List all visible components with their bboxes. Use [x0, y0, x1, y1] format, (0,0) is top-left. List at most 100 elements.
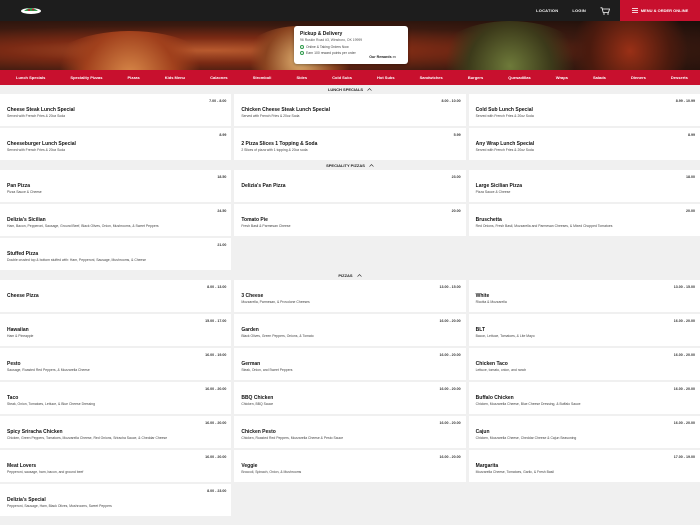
- section-header-speciality-pizzas[interactable]: SPECIALITY PIZZAS: [0, 161, 700, 170]
- item-name: Bruschetta: [475, 216, 502, 223]
- menu-item-card[interactable]: 15.00 - 17.00 Hawaiian Ham & Pineapple: [0, 314, 232, 346]
- menu-item-card[interactable]: 16.00 - 20.00 Meat Lovers Pepperoni, sausa…: [0, 450, 232, 482]
- item-price: 8.99: [687, 133, 695, 137]
- item-price: 7.00 - 8.00: [209, 99, 227, 103]
- item-name: Spicy Sriracha Chicken: [7, 428, 63, 435]
- item-name: Veggie: [241, 462, 258, 469]
- menu-item-card[interactable]: 8.00 - 23.00 Delizia's Special Pepperoni, …: [0, 484, 232, 516]
- category-speciality-pizzas[interactable]: Speciality Pizzas: [70, 75, 102, 80]
- item-name: Chicken Pesto: [241, 428, 276, 435]
- gift-icon: ▭: [392, 55, 396, 59]
- section-grid-pizzas: 8.00 - 13.00 Cheese Pizza 13.00 - 15.00 3 …: [0, 280, 700, 516]
- section-header-pizzas[interactable]: PIZZAS: [0, 271, 700, 280]
- item-price: 16.00 - 20.00: [439, 455, 461, 459]
- item-description: Served with French Fries & 20oz Soda: [241, 113, 300, 118]
- item-price: 16.00 - 20.00: [439, 421, 461, 425]
- check-circle-icon: [300, 44, 304, 49]
- pizza-logo[interactable]: [20, 5, 42, 15]
- item-description: Pepperoni, sausage, ham, bacon, and grou…: [7, 469, 84, 474]
- menu-item-card[interactable]: 17.00 - 19.00 Margarita Mozzarella Cheese,…: [468, 450, 700, 482]
- category-kids-menu[interactable]: Kids Menu: [165, 75, 185, 80]
- item-name: Delizia's Special: [7, 496, 46, 503]
- menu-item-card[interactable]: 18.00 Large Sicilian Pizza Pizza Sauce & C…: [468, 170, 700, 202]
- menu-item-card[interactable]: 8.99 - 10.99 Cold Sub Lunch Special Served…: [468, 94, 700, 126]
- menu-item-card[interactable]: 16.00 - 20.00 BLT Bacon, Lettuce, Tomatoes…: [468, 314, 700, 346]
- section-header-lunch-specials[interactable]: LUNCH SPECIALS: [0, 85, 700, 94]
- menu-item-card[interactable]: 13.00 - 15.00 White Ricotta & Mozzarella: [468, 280, 700, 312]
- item-name: 2 Pizza Slices 1 Topping & Soda: [241, 140, 318, 147]
- item-description: Chicken, BBQ Sauce: [241, 401, 274, 406]
- menu-item-card[interactable]: 16.00 - 20.00 German Steak, Onion, and Swe…: [234, 348, 466, 380]
- menu-lines-icon: [631, 8, 638, 13]
- menu-item-card[interactable]: 16.00 - 20.00 Cajun Chicken, Mozzarella Ch…: [468, 416, 700, 448]
- top-bar: LOCATION LOGIN MENU & ORDER ONLINE: [0, 0, 700, 21]
- item-description: Steak, Onion, and Sweet Peppers: [241, 367, 293, 372]
- item-description: Broccoli, Spinach, Onion, & Mushrooms: [241, 469, 302, 474]
- category-sandwiches[interactable]: Sandwiches: [420, 75, 443, 80]
- menu-item-card[interactable]: 18.50 Pan Pizza Pizza Sauce & Cheese: [0, 170, 232, 202]
- empty-cell: [234, 238, 465, 270]
- item-name: 3 Cheese: [241, 292, 264, 299]
- pickup-delivery-card[interactable]: Pickup & Delivery 96 Ruskin Road #3, Win…: [294, 26, 408, 64]
- category-lunch-specials[interactable]: Lunch Specials: [16, 75, 45, 80]
- menu-item-card[interactable]: 8.99 Cheeseburger Lunch Special Served wit…: [0, 128, 232, 160]
- item-name: German: [241, 360, 261, 367]
- item-name: Cajun: [475, 428, 490, 435]
- nav-location[interactable]: LOCATION: [536, 8, 558, 13]
- our-rewards-link[interactable]: Our Rewards ▭: [369, 55, 396, 59]
- item-description: Double crusted top & bottom stuffed with…: [7, 257, 147, 262]
- menu-item-card[interactable]: 8.00 - 13.00 Cheese Pizza: [0, 280, 232, 312]
- menu-item-card[interactable]: 16.00 - 20.00 BBQ Chicken Chicken, BBQ Sau…: [234, 382, 466, 414]
- menu-item-card[interactable]: 8.99 Any Wrap Lunch Special Served with Fr…: [468, 128, 700, 160]
- item-name: Pesto: [7, 360, 21, 367]
- menu-item-card[interactable]: 16.00 - 20.00 Garden Black Olives, Green P…: [234, 314, 466, 346]
- category-quesadillas[interactable]: Quesadillas: [508, 75, 530, 80]
- cart-icon[interactable]: [600, 6, 610, 15]
- category-burgers[interactable]: Burgers: [468, 75, 483, 80]
- nav-login[interactable]: LOGIN: [572, 8, 586, 13]
- category-dinners[interactable]: Dinners: [631, 75, 646, 80]
- category-desserts[interactable]: Desserts: [671, 75, 688, 80]
- menu-item-card[interactable]: 23.00 Delizia's Pan Pizza: [234, 170, 466, 202]
- category-salads[interactable]: Salads: [593, 75, 606, 80]
- menu-item-card[interactable]: 24.50 Delizia's Sicilian Ham, Bacon, Peppe…: [0, 204, 232, 236]
- item-description: Chicken, Mozzarella Cheese, Cheddar Chee…: [475, 435, 577, 440]
- menu-item-card[interactable]: 5.99 2 Pizza Slices 1 Topping & Soda 2 Sli…: [234, 128, 466, 160]
- category-cold-subs[interactable]: Cold Subs: [332, 75, 352, 80]
- item-price: 23.00: [451, 175, 461, 179]
- menu-item-card[interactable]: 16.00 - 20.00 Chicken Pesto Chicken, Roast…: [234, 416, 466, 448]
- category-calzones[interactable]: Calzones: [210, 75, 228, 80]
- category-stromboli[interactable]: Stromboli: [253, 75, 272, 80]
- item-name: Chicken Taco: [475, 360, 508, 367]
- item-price: 8.00 - 10.00: [441, 99, 461, 103]
- item-price: 20.00: [451, 209, 461, 213]
- menu-order-online-button[interactable]: MENU & ORDER ONLINE: [620, 0, 700, 21]
- category-pizzas[interactable]: Pizzas: [127, 75, 139, 80]
- category-sides[interactable]: Sides: [296, 75, 307, 80]
- menu-item-card[interactable]: 16.00 - 20.00 Spicy Sriracha Chicken Chick…: [0, 416, 232, 448]
- menu-item-card[interactable]: 16.00 - 20.00 Chicken Taco Lettuce, tomato…: [468, 348, 700, 380]
- menu-item-card[interactable]: 21.00 Stuffed Pizza Double crusted top & b…: [0, 238, 232, 270]
- menu-item-card[interactable]: 13.00 - 15.00 3 Cheese Mozzarella, Parmesa…: [234, 280, 466, 312]
- rewards-icon: [300, 51, 304, 55]
- item-price: 21.00: [217, 243, 227, 247]
- item-price: 16.00 - 20.00: [673, 319, 695, 323]
- section-title: LUNCH SPECIALS: [327, 87, 364, 92]
- menu-item-card[interactable]: 16.00 - 19.00 Pesto Sausage, Roasted Red P…: [0, 348, 232, 380]
- item-name: Stuffed Pizza: [7, 250, 39, 257]
- item-description: Mozzarella Cheese, Tomatoes, Garlic, & F…: [475, 469, 554, 474]
- menu-item-card[interactable]: 16.00 - 20.00 Veggie Broccoli, Spinach, On…: [234, 450, 466, 482]
- item-description: Served with French Fries & 20oz Soda: [7, 113, 66, 118]
- section-grid-speciality-pizzas: 18.50 Pan Pizza Pizza Sauce & Cheese 23.00…: [0, 170, 700, 270]
- item-name: BLT: [475, 326, 486, 333]
- item-name: Delizia's Sicilian: [7, 216, 46, 223]
- menu-item-card[interactable]: 16.00 - 20.00 Taco Steak, Onion, Tomatoes,…: [0, 382, 232, 414]
- category-wraps[interactable]: Wraps: [556, 75, 568, 80]
- item-price: 18.50: [217, 175, 227, 179]
- category-hot-subs[interactable]: Hot Subs: [377, 75, 395, 80]
- menu-item-card[interactable]: 7.00 - 8.00 Cheese Steak Lunch Special Ser…: [0, 94, 232, 126]
- menu-item-card[interactable]: 8.00 - 10.00 Chicken Cheese Steak Lunch S…: [234, 94, 466, 126]
- menu-item-card[interactable]: 16.00 - 20.00 Buffalo Chicken Chicken, Moz…: [468, 382, 700, 414]
- menu-item-card[interactable]: 20.00 Tomato Pie Fresh Basil & Parmesan Ch…: [234, 204, 466, 236]
- menu-item-card[interactable]: 20.00 Bruschetta Red Onions, Fresh Basil, …: [468, 204, 700, 236]
